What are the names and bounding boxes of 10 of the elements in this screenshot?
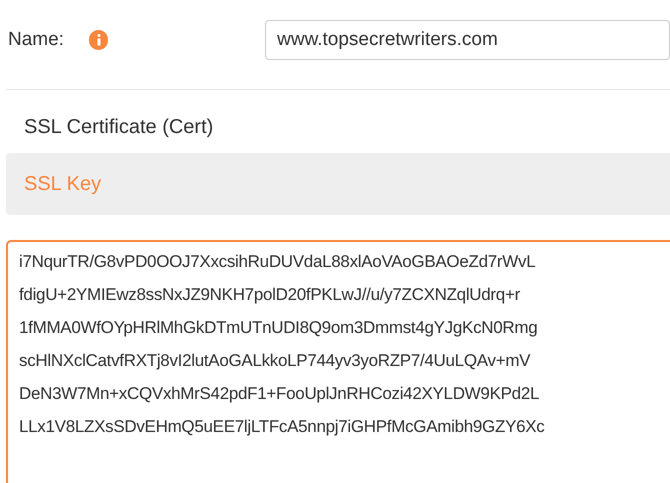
tab[interactable]: SSL Certificate (Cert) [6, 100, 670, 153]
key-text-line: DeN3W7Mn+xCQVxhMrS42pdF1+FooUplJnRHCozi42XYLDW9KPd2L [19, 384, 540, 404]
name-label: Name: [8, 28, 65, 52]
key-text-line: i7NqurTR/G8vPD0OOJ7XxcsihRuDUVdaL88xlAoVAoGBAOeZd7rWvL [19, 252, 536, 272]
ssl-key-textarea[interactable] [6, 240, 670, 483]
name-input[interactable]: www.topsecretwriters.com [265, 20, 670, 60]
key-text-line: LLx1V8LZXsSDvEHmQ5uEE7ljLTFcA5nnpj7iGHPfMcGAmibh9GZY6Xc [19, 417, 545, 437]
key-text-line: fdigU+2YMIEwz8ssNxJZ9NKH7polD20fPKLwJ//u/y7ZCXNZqlUdrq+r [19, 285, 520, 305]
key-text-line: scHlNXclCatvfRXTj8vI2lutAoGALkkoLP744yv3yoRZP7/4UuLQAv+mV [19, 351, 530, 371]
key-text-line: 1fMMA0WfOYpHRlMhGkDTmUTnUDI8Q9om3Dmmst4gYJgKcN0Rmg [19, 318, 538, 338]
